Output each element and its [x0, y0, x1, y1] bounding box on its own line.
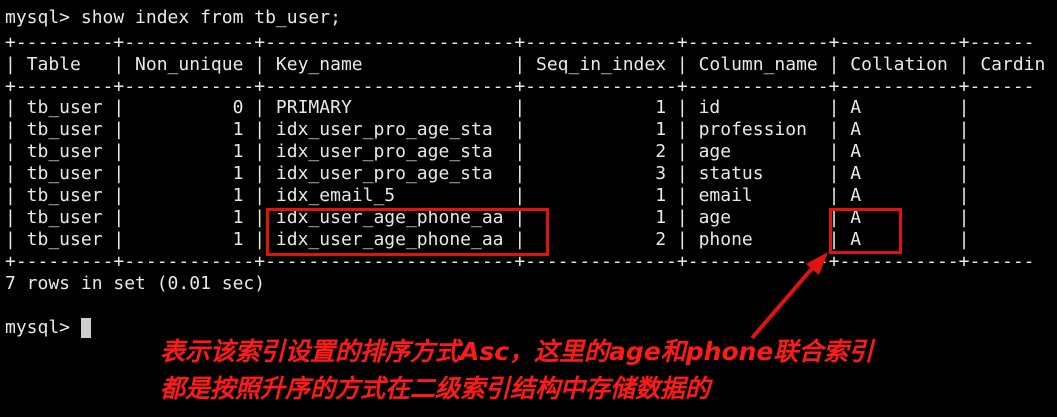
annotation-line-1: 表示该索引设置的排序方式Asc，这里的age和phone联合索引	[160, 337, 874, 366]
annotation-line-2: 都是按照升序的方式在二级索引结构中存储数据的	[160, 374, 711, 403]
